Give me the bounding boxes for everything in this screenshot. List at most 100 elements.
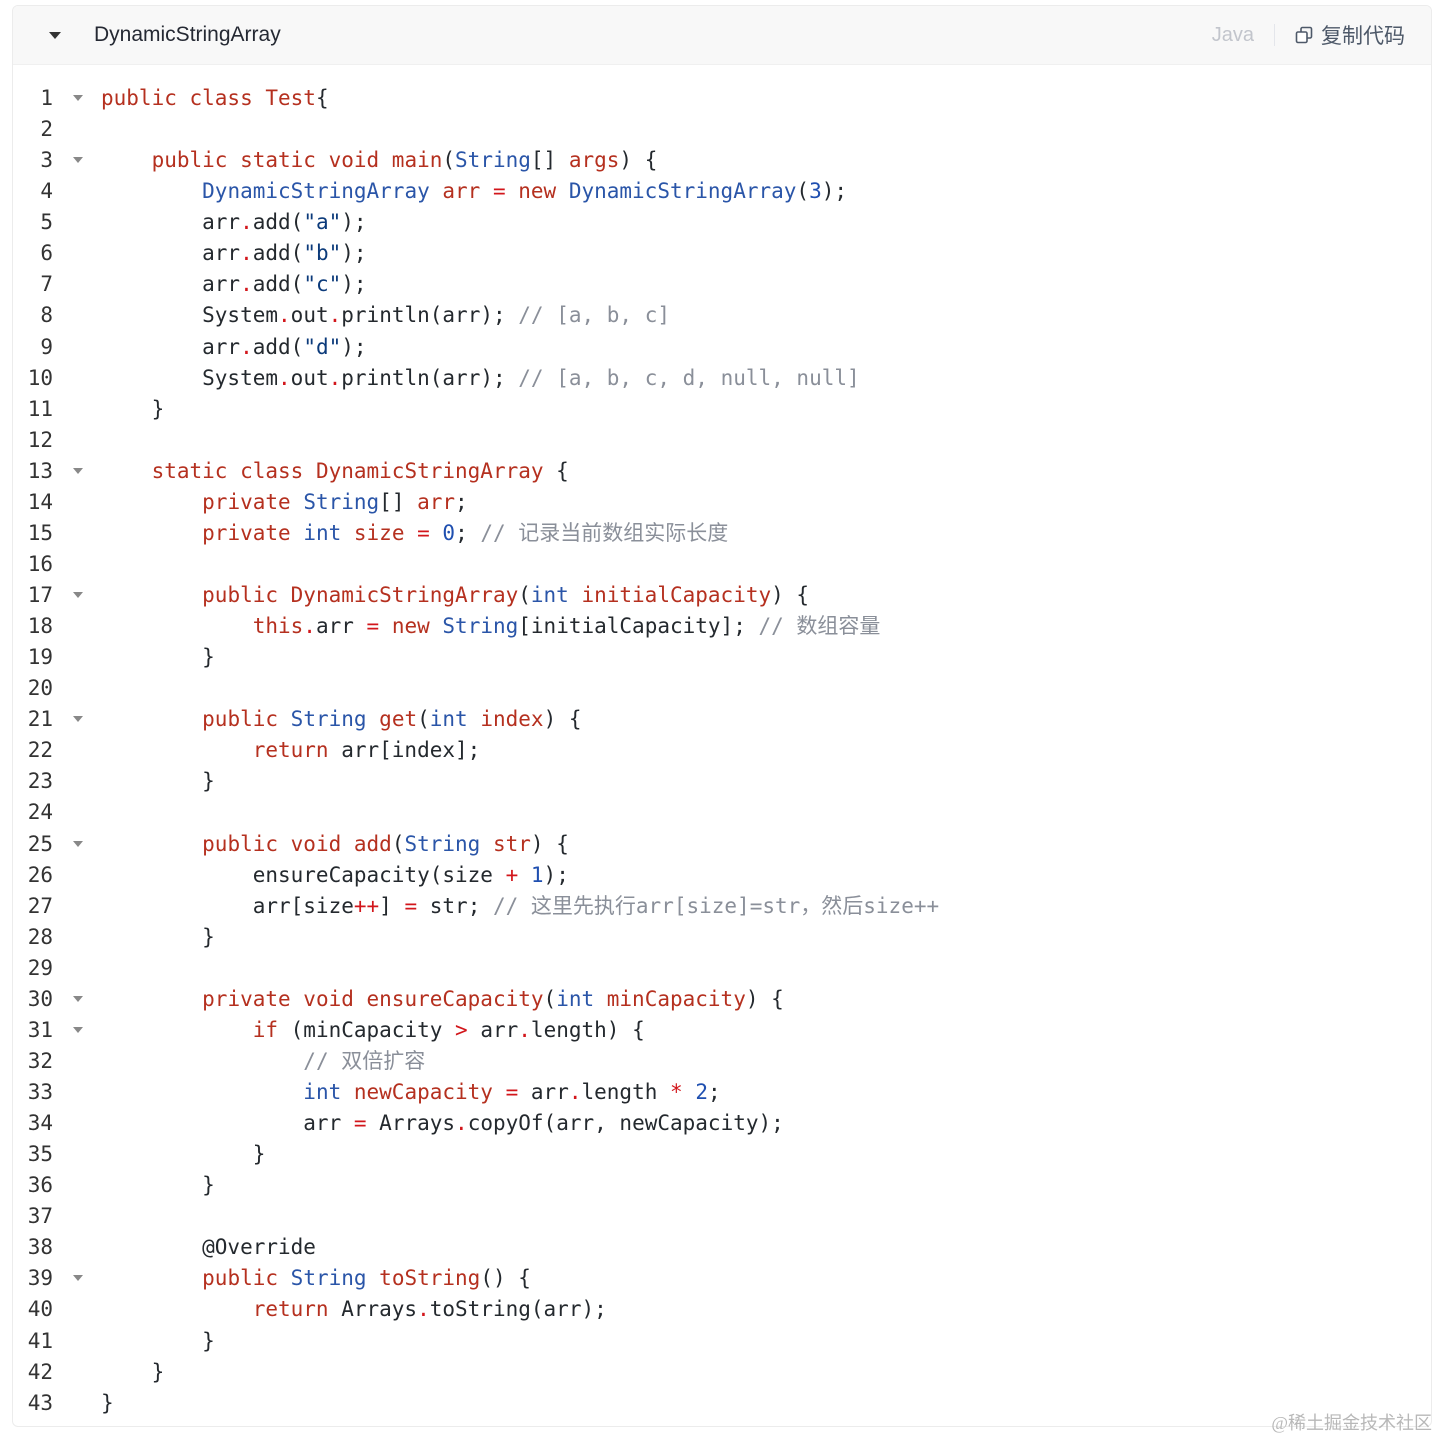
code-token: ) { [771,583,810,607]
code-token: arr [518,1080,569,1104]
code-text: } [101,394,165,425]
code-text: private String[] arr; [101,487,468,518]
code-line: 9 arr.add("d"); [13,332,1431,363]
code-token: static class DynamicStringArray [151,458,544,483]
code-token: Arrays [328,1297,418,1322]
code-text: public DynamicStringArray(int initialCap… [101,580,809,611]
code-token: = [366,614,380,639]
fold-caret-icon[interactable] [73,1275,83,1282]
line-number: 15 [27,520,53,545]
line-number: 3 [40,148,53,173]
code-token: new [379,614,443,639]
code-token: arr [101,241,241,266]
code-token: int [429,707,468,732]
code-token: . [328,303,342,328]
line-number: 11 [27,396,53,421]
line-number: 24 [27,800,53,825]
code-token: ) { [530,831,569,856]
collapse-caret-icon[interactable] [49,31,61,39]
fold-caret-icon[interactable] [73,157,83,164]
code-text: ensureCapacity(size + 1); [101,860,569,891]
code-token: ; [455,489,468,514]
code-token: } [101,769,215,794]
code-token: ( [543,986,557,1011]
code-token: "c" [303,272,342,297]
code-area: 1 public class Test{2 3 public static void… [13,83,1431,1419]
code-line: 7 arr.add("c"); [13,269,1431,300]
code-token: // [a, b, c] [518,303,670,328]
code-token: String [290,707,367,732]
line-number: 33 [27,1080,53,1104]
copy-code-button[interactable]: 复制代码 [1295,20,1405,50]
fold-caret-icon[interactable] [73,592,83,598]
line-number: 32 [27,1048,53,1073]
code-token: String [290,1266,367,1291]
watermark: @稀土掘金技术社区 [1271,1413,1432,1433]
code-token: } [101,1390,114,1415]
code-line: 26 ensureCapacity(size + 1); [13,860,1431,891]
code-token: add( [252,210,304,235]
line-number: 26 [27,862,53,887]
code-token: . [518,1017,531,1042]
code-token: + [505,862,519,887]
code-token: ( [391,831,405,856]
code-token: // [a, b, c, d, null, null] [518,365,860,390]
line-number: 40 [27,1297,53,1322]
fold-caret-icon[interactable] [73,840,83,847]
code-token: arr[index]; [328,738,481,763]
code-token: index [467,707,544,732]
fold-caret-icon[interactable] [73,995,83,1002]
code-token: "a" [303,210,342,235]
code-line: 30 private void ensureCapacity(int minCa… [13,984,1431,1015]
fold-caret-icon[interactable] [73,716,83,723]
fold-caret-icon[interactable] [73,467,83,474]
line-number: 21 [27,707,53,732]
code-text: arr.add("c"); [101,269,366,300]
code-token: . [303,614,316,639]
code-block-title: DynamicStringArray [94,23,281,46]
code-token: size [341,520,418,545]
code-token: . [240,334,253,359]
code-line: 21 public String get(int index) { [13,704,1431,735]
code-line: 8 System.out.println(arr); // [a, b, c] [13,300,1431,331]
code-token: minCapacity [594,986,746,1011]
code-token: arr [429,179,493,204]
code-token: DynamicStringArray [202,179,430,204]
code-line: 36 } [13,1170,1431,1201]
code-line: 11 } [13,394,1431,425]
code-token: arr [101,272,241,297]
code-line: 3 public static void main(String[] args)… [13,145,1431,176]
line-number: 9 [40,334,53,359]
code-token: public [202,707,291,732]
code-text: } [101,922,215,953]
fold-caret-icon[interactable] [73,1026,83,1033]
fold-caret-icon[interactable] [73,95,83,101]
code-token: add( [252,334,304,359]
code-token: out [290,365,329,390]
line-number: 25 [27,831,53,856]
code-token: 1 [530,862,544,887]
code-token: private [202,489,304,514]
code-token: } [101,396,165,421]
code-text: if (minCapacity > arr.length) { [101,1015,645,1046]
code-token: . [328,365,342,390]
code-token: str [480,831,531,856]
line-number: 27 [27,893,53,918]
code-token: ( [417,707,430,732]
code-line: 20 [13,673,1431,704]
code-token: ; [455,520,481,545]
code-line: 14 private String[] arr; [13,487,1431,518]
header-divider [1274,24,1275,46]
code-token: DynamicStringArray [568,179,797,204]
code-token: args [568,148,620,173]
code-token: int [556,986,595,1011]
code-token: int [303,1080,342,1104]
code-token: ++ [353,893,380,918]
code-token: ); [341,334,367,359]
code-token: ( [442,148,456,173]
code-line: 5 arr.add("a"); [13,207,1431,238]
